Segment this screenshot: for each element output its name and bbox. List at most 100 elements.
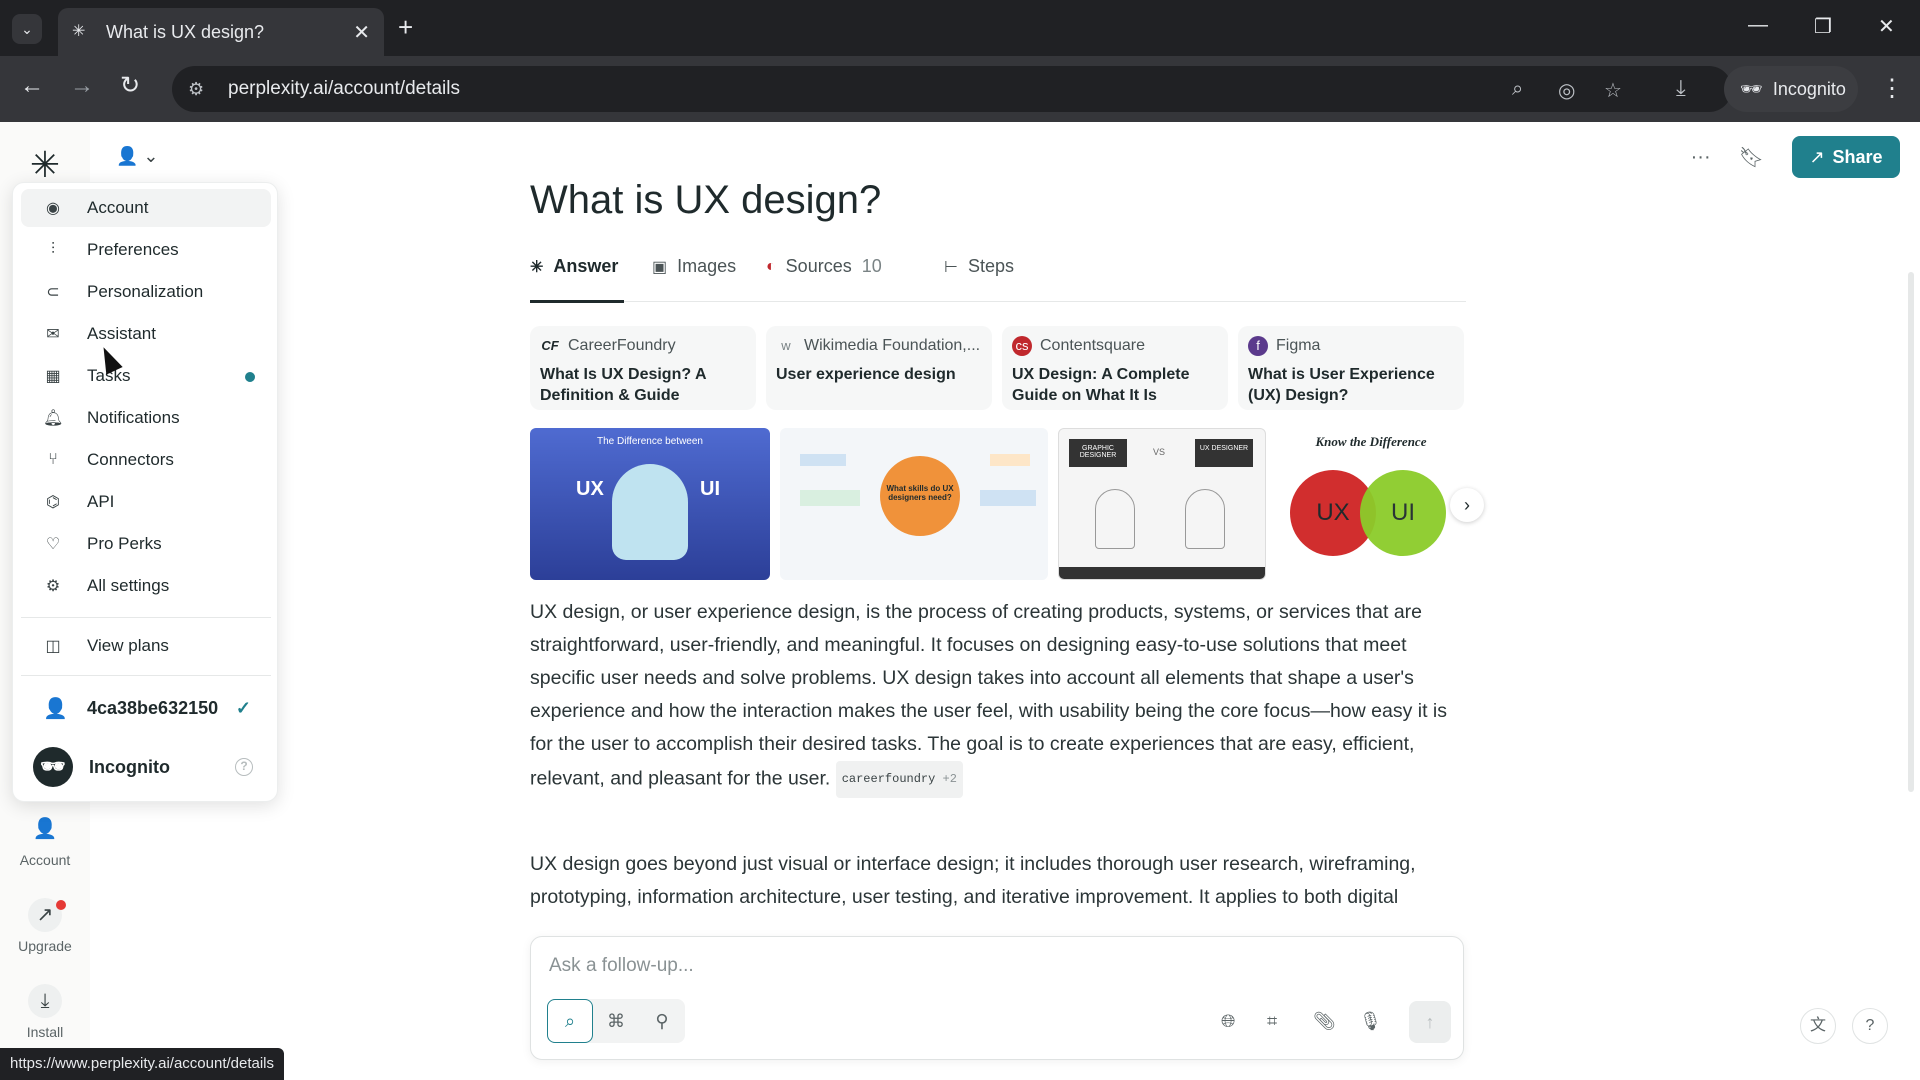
upgrade-notification-dot bbox=[56, 900, 66, 910]
zoom-icon[interactable]: ⌕ bbox=[1512, 78, 1523, 101]
source-card[interactable]: CF CareerFoundry What Is UX Design? A Def… bbox=[530, 326, 756, 410]
reload-button[interactable]: ↻ bbox=[120, 74, 140, 98]
user-id-label: 4ca38be632150 bbox=[87, 697, 219, 718]
menu-item-label: All settings bbox=[87, 576, 170, 595]
source-favicons-icon: ◐ bbox=[766, 257, 776, 275]
wikipedia-logo-icon: w bbox=[781, 338, 791, 353]
research-mode-icon[interactable]: ⌘ bbox=[593, 999, 639, 1043]
rail-account[interactable]: 👤 Account bbox=[0, 812, 90, 868]
bookmark-star-icon[interactable]: ☆ bbox=[1604, 78, 1622, 103]
source-card[interactable]: cs Contentsquare UX Design: A Complete Gu… bbox=[1002, 326, 1228, 410]
perplexity-logo-icon[interactable]: ✳ bbox=[24, 144, 66, 186]
microphone-icon[interactable]: 🎙︎ bbox=[1359, 1011, 1382, 1032]
model-chip-icon[interactable]: ⌗ bbox=[1267, 1011, 1277, 1032]
scrollbar[interactable] bbox=[1908, 272, 1914, 792]
downloads-icon[interactable]: ⤓ bbox=[1676, 75, 1686, 101]
source-card[interactable]: w Wikimedia Foundation,... User experienc… bbox=[766, 326, 992, 410]
sources-count: 10 bbox=[861, 256, 882, 276]
tab-steps[interactable]: ⊢ Steps bbox=[944, 256, 1014, 277]
search-mode-toggle: ⌕ ⌘ ⚲ bbox=[547, 999, 685, 1043]
help-icon[interactable]: ? bbox=[235, 758, 253, 776]
more-options-icon[interactable]: ··· bbox=[1691, 146, 1711, 169]
image-icon: ▣ bbox=[652, 258, 668, 276]
gear-icon: ⚙ bbox=[45, 578, 61, 595]
image-thumbnail[interactable]: What skills do UX designers need? bbox=[780, 428, 1048, 580]
menu-item-personalization[interactable]: ⊂ Personalization bbox=[21, 273, 271, 311]
forward-button[interactable]: → bbox=[70, 74, 94, 98]
back-button[interactable]: ← bbox=[20, 74, 44, 98]
search-mode-icon[interactable]: ⌕ bbox=[547, 999, 593, 1043]
close-tab-icon[interactable]: ✕ bbox=[353, 20, 370, 45]
menu-item-label: View plans bbox=[87, 636, 169, 655]
image-thumbnail[interactable]: GRAPHIC DESIGNER VS UX DESIGNER bbox=[1058, 428, 1266, 580]
tracking-protection-icon[interactable]: ◎ bbox=[1558, 78, 1575, 103]
citation-chip[interactable]: careerfoundry +2 bbox=[835, 761, 963, 798]
menu-item-preferences[interactable]: ⫶ Preferences bbox=[21, 231, 271, 269]
source-card[interactable]: f Figma What is User Experience (UX) Desi… bbox=[1238, 326, 1464, 410]
answer-text: UX design, or user experience design, is… bbox=[530, 601, 1447, 790]
menu-incognito[interactable]: 🕶 Incognito ? bbox=[21, 739, 271, 795]
help-icon[interactable]: ? bbox=[1852, 1008, 1888, 1044]
menu-item-connectors[interactable]: ⑂ Connectors bbox=[21, 441, 271, 479]
follow-up-input[interactable]: Ask a follow-up... bbox=[549, 955, 694, 977]
account-circle-icon: ◉ bbox=[46, 200, 60, 217]
address-url: perplexity.ai/account/details bbox=[228, 78, 460, 99]
globe-icon[interactable]: 🌐︎ bbox=[1221, 1011, 1235, 1032]
rail-install-label: Install bbox=[26, 1024, 64, 1040]
labs-mode-icon[interactable]: ⚲ bbox=[639, 999, 685, 1043]
menu-item-account[interactable]: ◉ Account bbox=[21, 189, 271, 227]
menu-item-assistant[interactable]: ✉ Assistant bbox=[21, 315, 271, 353]
submit-button[interactable]: ↑ bbox=[1409, 1001, 1451, 1043]
source-site: Contentsquare bbox=[1040, 337, 1145, 354]
browser-menu-icon[interactable]: ⋮ bbox=[1880, 74, 1904, 103]
close-window-button[interactable]: ✕ bbox=[1878, 14, 1895, 39]
incognito-indicator[interactable]: 🕶 Incognito bbox=[1724, 66, 1858, 112]
thread-actions: ··· 🔖︎ ↗ Share bbox=[1691, 136, 1900, 178]
page-title: What is UX design? bbox=[530, 178, 882, 222]
calendar-icon: ▦ bbox=[45, 368, 61, 385]
menu-item-tasks[interactable]: ▦ Tasks bbox=[21, 357, 271, 395]
paperclip-icon[interactable]: 📎︎ bbox=[1313, 1011, 1336, 1032]
menu-item-notifications[interactable]: 🔔︎ Notifications bbox=[21, 399, 271, 437]
site-info-icon[interactable]: ⚙ bbox=[188, 79, 216, 100]
image-thumbnail[interactable]: Know the Difference UX UI bbox=[1276, 428, 1466, 580]
account-switcher[interactable]: 👤 ⌄ bbox=[116, 146, 159, 167]
rail-upgrade[interactable]: ↗ Upgrade bbox=[0, 898, 90, 954]
person-graphic bbox=[1095, 489, 1135, 549]
lightbulb-graphic bbox=[612, 464, 688, 560]
image-left-label: GRAPHIC DESIGNER bbox=[1069, 439, 1127, 467]
chevron-right-icon[interactable]: › bbox=[1450, 488, 1484, 522]
tab-title: What is UX design? bbox=[106, 21, 265, 42]
menu-item-label: Account bbox=[87, 198, 149, 217]
rail-install[interactable]: ⤓ Install bbox=[0, 984, 90, 1040]
restore-button[interactable]: ❐ bbox=[1814, 14, 1832, 39]
source-site: CareerFoundry bbox=[568, 337, 676, 354]
tab-steps-label: Steps bbox=[967, 256, 1014, 276]
tasks-badge bbox=[245, 372, 255, 382]
image-thumbnail[interactable]: The Difference between UX UI bbox=[530, 428, 770, 580]
steps-icon: ⊢ bbox=[944, 258, 958, 276]
menu-item-pro-perks[interactable]: ♡ Pro Perks bbox=[21, 525, 271, 563]
menu-item-api[interactable]: ⌬ API bbox=[21, 483, 271, 521]
diagram-box bbox=[990, 454, 1030, 466]
branch-icon: ⑂ bbox=[48, 451, 58, 468]
menu-user-account[interactable]: 👤 4ca38be632150 ✓ bbox=[21, 683, 271, 733]
tab-answer[interactable]: ✳ Answer bbox=[530, 256, 618, 277]
menu-item-view-plans[interactable]: ◫ View plans bbox=[21, 627, 271, 665]
minimize-button[interactable]: — bbox=[1748, 14, 1768, 37]
language-icon[interactable]: 文 bbox=[1800, 1008, 1836, 1044]
address-bar[interactable]: ⚙ perplexity.ai/account/details ⌕ ◎ ☆ bbox=[172, 66, 1732, 112]
citation-label: careerfoundry bbox=[841, 772, 936, 786]
bookmark-icon[interactable]: 🔖︎ bbox=[1739, 145, 1764, 170]
tab-sources[interactable]: ◐ Sources 10 bbox=[766, 256, 882, 277]
browser-toolbar: ← → ↻ ⚙ perplexity.ai/account/details ⌕ … bbox=[0, 56, 1920, 122]
menu-item-all-settings[interactable]: ⚙ All settings bbox=[21, 567, 271, 605]
browser-tab[interactable]: ✳ What is UX design? ✕ bbox=[58, 8, 384, 56]
tab-search-button[interactable]: ⌄ bbox=[12, 14, 42, 44]
new-tab-button[interactable]: + bbox=[398, 14, 413, 40]
share-button[interactable]: ↗ Share bbox=[1792, 136, 1900, 178]
page: ✳ 👤 Account ↗ Upgrade ⤓ Install 👤 ⌄ ◉ Ac… bbox=[0, 122, 1920, 1080]
incognito-menu-label: Incognito bbox=[89, 756, 170, 777]
tab-images[interactable]: ▣ Images bbox=[652, 256, 736, 277]
link-status-bar: https://www.perplexity.ai/account/detail… bbox=[0, 1048, 285, 1080]
